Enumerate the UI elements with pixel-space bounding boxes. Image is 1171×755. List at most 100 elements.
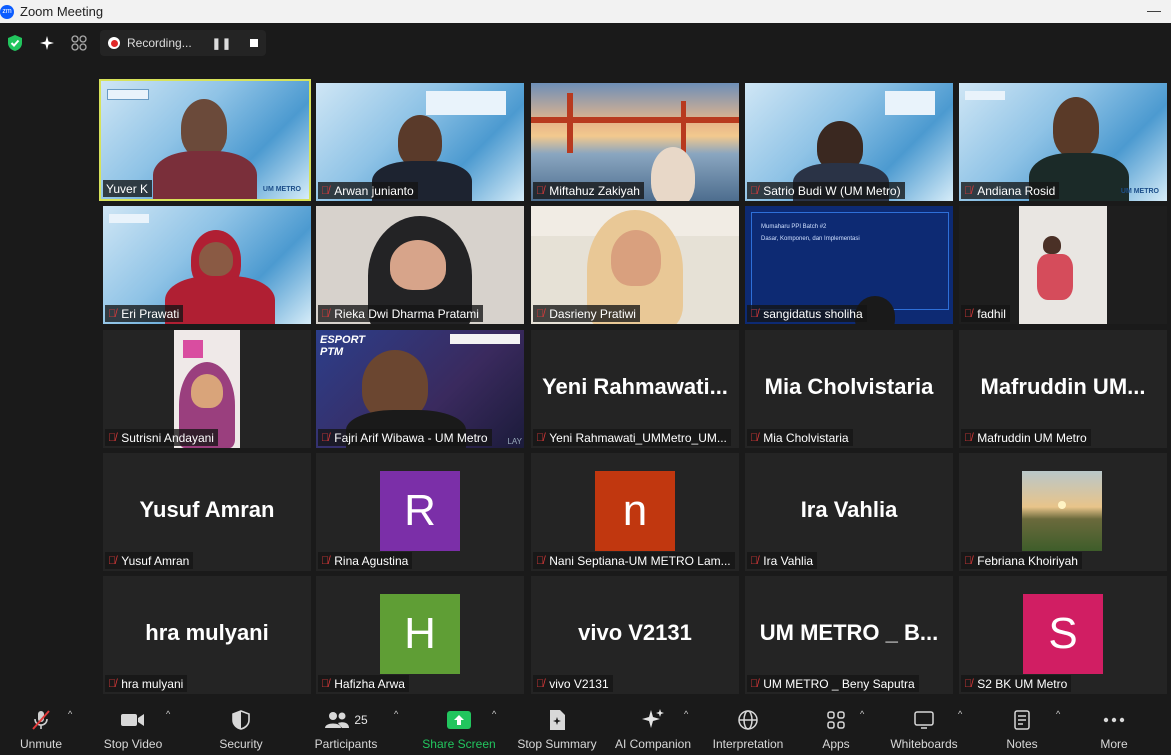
participant-tile[interactable]: vivo V2131 🎙̸ vivo V2131 <box>531 576 739 694</box>
participants-count: 25 <box>354 713 368 727</box>
participant-tile[interactable]: 🎙̸ fadhil <box>959 206 1167 324</box>
participant-name-tag: 🎙̸ fadhil <box>961 305 1010 322</box>
participant-name: Andiana Rosid <box>977 183 1056 198</box>
participant-tile[interactable]: Mia Cholvistaria 🎙̸ Mia Cholvistaria <box>745 330 953 448</box>
participant-tile[interactable]: Yusuf Amran 🎙̸ Yusuf Amran <box>103 453 311 571</box>
unmute-button[interactable]: Unmute <box>16 695 66 755</box>
whiteboards-label: Whiteboards <box>890 737 958 751</box>
participant-name: Miftahuz Zakiyah <box>549 183 640 198</box>
ai-companion-options-chevron-icon[interactable]: ^ <box>684 709 688 719</box>
participant-tile[interactable]: hra mulyani 🎙̸ hra mulyani <box>103 576 311 694</box>
participant-name-tag: 🎙̸ vivo V2131 <box>533 675 613 692</box>
ai-companion-button[interactable]: AI Companion <box>612 695 694 755</box>
share-options-chevron-icon[interactable]: ^ <box>492 709 496 719</box>
muted-mic-icon: 🎙̸ <box>750 677 759 690</box>
participant-tile[interactable]: 🎙̸ Sutrisni Andayani <box>103 330 311 448</box>
interpretation-label: Interpretation <box>712 737 784 751</box>
participants-icon: 25 <box>324 709 368 731</box>
participant-name-tag: 🎙̸ hra mulyani <box>105 675 188 692</box>
participant-name: Rieka Dwi Dharma Pratami <box>334 306 479 321</box>
participant-tile[interactable]: H 🎙̸ Hafizha Arwa <box>316 576 524 694</box>
muted-mic-icon: 🎙̸ <box>108 554 117 567</box>
participant-profile-photo <box>1022 471 1102 551</box>
meeting-toolbar: Unmute ^ Stop Video ^ Security 25 Partic… <box>0 695 1171 751</box>
participant-name: Nani Septiana-UM METRO Lam... <box>549 553 731 568</box>
participant-name: Rina Agustina <box>334 553 409 568</box>
muted-mic-icon: 🎙̸ <box>108 307 117 320</box>
participant-avatar: n <box>595 471 675 551</box>
apps-options-chevron-icon[interactable]: ^ <box>860 709 864 719</box>
share-screen-button[interactable]: Share Screen <box>422 695 496 755</box>
video-options-chevron-icon[interactable]: ^ <box>166 709 170 719</box>
participant-tile[interactable]: UM METRO Yuver K <box>99 79 311 201</box>
whiteboards-button[interactable]: Whiteboards <box>886 695 962 755</box>
participant-tile[interactable]: UM METRO _ B... 🎙̸ UM METRO _ Beny Saputr… <box>745 576 953 694</box>
participants-options-chevron-icon[interactable]: ^ <box>394 709 398 719</box>
muted-mic-icon: 🎙̸ <box>321 431 330 444</box>
participant-tile[interactable]: Mafruddin UM... 🎙̸ Mafruddin UM Metro <box>959 330 1167 448</box>
muted-mic-icon: 🎙̸ <box>964 307 973 320</box>
participant-name: sangidatus sholiha <box>763 306 863 321</box>
participant-tile[interactable]: n 🎙̸ Nani Septiana-UM METRO Lam... <box>531 453 739 571</box>
participant-name: Dasrieny Pratiwi <box>549 306 636 321</box>
more-button[interactable]: More <box>1094 695 1134 755</box>
apps-grid-icon <box>826 709 846 731</box>
participant-tile[interactable]: 🎙̸ Febriana Khoiriyah <box>959 453 1167 571</box>
unmute-label: Unmute <box>19 737 63 751</box>
interpretation-button[interactable]: Interpretation <box>706 695 790 755</box>
participant-name-tag: 🎙̸ Satrio Budi W (UM Metro) <box>747 182 905 199</box>
participant-name-tag: 🎙̸ Miftahuz Zakiyah <box>533 182 644 199</box>
participant-tile[interactable]: Yeni Rahmawati... 🎙̸ Yeni Rahmawati_UMMet… <box>531 330 739 448</box>
participant-name-tag: 🎙̸ S2 BK UM Metro <box>961 675 1072 692</box>
participant-tile[interactable]: Mumaharu PPI Batch #2 Dasar, Komponen, d… <box>745 206 953 324</box>
esport-overlay-text: ESPORT PTM <box>320 334 366 359</box>
stop-video-button[interactable]: Stop Video <box>100 695 166 755</box>
muted-mic-icon: 🎙̸ <box>750 307 759 320</box>
audio-options-chevron-icon[interactable]: ^ <box>68 709 72 719</box>
participant-name-tag: 🎙̸ Febriana Khoiriyah <box>961 552 1082 569</box>
participant-tile[interactable]: Ira Vahlia 🎙̸ Ira Vahlia <box>745 453 953 571</box>
participant-display-name: UM METRO _ B... <box>759 620 939 645</box>
participant-tile[interactable]: 🎙̸ Eri Prawati <box>103 206 311 324</box>
participant-name: Yusuf Amran <box>121 553 190 568</box>
muted-microphone-icon <box>30 709 52 731</box>
notes-button[interactable]: Notes <box>1002 695 1042 755</box>
participant-name: Mia Cholvistaria <box>763 430 849 445</box>
apps-label: Apps <box>822 737 850 751</box>
participant-tile[interactable]: 🎙̸ Dasrieny Pratiwi <box>531 206 739 324</box>
participant-name: Yeni Rahmawati_UMMetro_UM... <box>549 430 727 445</box>
participant-tile[interactable]: R 🎙̸ Rina Agustina <box>316 453 524 571</box>
summary-document-icon <box>548 709 566 731</box>
participant-avatar: H <box>380 594 460 674</box>
ai-sparkle-icon[interactable] <box>36 32 58 54</box>
participant-tile[interactable]: 🎙̸ Miftahuz Zakiyah <box>531 83 739 201</box>
participant-tile[interactable]: 🎙̸ Arwan junianto <box>316 83 524 201</box>
participant-tile[interactable]: 🎙̸ Satrio Budi W (UM Metro) <box>745 83 953 201</box>
gallery-view-icon[interactable] <box>68 32 90 54</box>
more-label: More <box>1100 737 1128 751</box>
minimize-icon[interactable]: — <box>1147 2 1161 18</box>
encryption-shield-icon[interactable] <box>4 32 26 54</box>
participants-button[interactable]: 25 Participants <box>310 695 382 755</box>
participant-tile[interactable]: 🎙̸ Rieka Dwi Dharma Pratami <box>316 206 524 324</box>
ai-companion-label: AI Companion <box>614 737 692 751</box>
participant-tile[interactable]: UM METRO 🎙̸ Andiana Rosid <box>959 83 1167 201</box>
stop-recording-button[interactable] <box>250 39 259 47</box>
stop-summary-label: Stop Summary <box>517 737 597 751</box>
whiteboards-options-chevron-icon[interactable]: ^ <box>958 709 962 719</box>
participant-name-tag: 🎙̸ Hafizha Arwa <box>318 675 409 692</box>
participant-tile[interactable]: S 🎙̸ S2 BK UM Metro <box>959 576 1167 694</box>
participant-tile[interactable]: ESPORT PTM LAY 🎙̸ Fajri Arif Wibawa - UM … <box>316 330 524 448</box>
more-dots-icon <box>1103 709 1125 731</box>
muted-mic-icon: 🎙̸ <box>108 677 117 690</box>
participant-avatar: R <box>380 471 460 551</box>
muted-mic-icon: 🎙̸ <box>321 307 330 320</box>
stop-summary-button[interactable]: Stop Summary <box>514 695 600 755</box>
participant-name-tag: 🎙̸ Fajri Arif Wibawa - UM Metro <box>318 429 492 446</box>
zoom-logo-icon: zm <box>0 4 14 19</box>
notes-options-chevron-icon[interactable]: ^ <box>1056 709 1060 719</box>
muted-mic-icon: 🎙̸ <box>536 431 545 444</box>
pause-recording-button[interactable]: ❚❚ <box>212 37 232 50</box>
security-button[interactable]: Security <box>214 695 268 755</box>
apps-button[interactable]: Apps <box>816 695 856 755</box>
